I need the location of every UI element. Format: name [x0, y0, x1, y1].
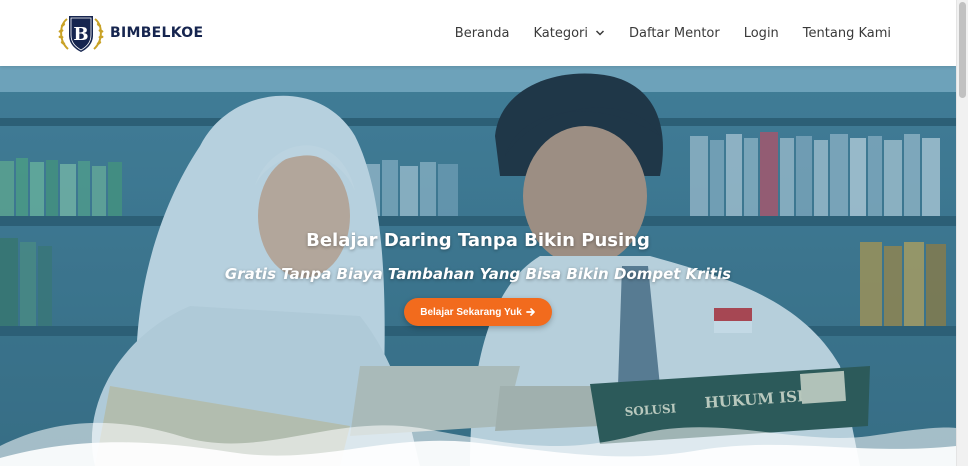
brand[interactable]: B BIMBELKOE [54, 11, 203, 55]
hero-subtitle: Gratis Tanpa Biaya Tambahan Yang Bisa Bi… [224, 265, 732, 283]
nav-item-login[interactable]: Login [744, 26, 779, 41]
nav-item-beranda[interactable]: Beranda [455, 26, 510, 41]
nav-item-daftar-mentor[interactable]: Daftar Mentor [629, 26, 720, 41]
hero-title: Belajar Daring Tanpa Bikin Pusing [306, 230, 650, 251]
top-navbar: B BIMBELKOE Beranda Kategori Daftar Ment… [0, 0, 956, 66]
cta-button-label: Belajar Sekarang Yuk [420, 306, 522, 318]
arrow-right-icon [525, 307, 536, 317]
hero-banner: HUKUM ISLAM SOLUSI Belajar Daring Tanpa … [0, 66, 956, 466]
brand-name[interactable]: BIMBELKOE [110, 25, 203, 41]
logo-letter: B [73, 24, 88, 45]
cta-button[interactable]: Belajar Sekarang Yuk [404, 298, 552, 326]
shield-laurel-logo-icon[interactable]: B [54, 11, 108, 55]
nav-item-kategori-label: Kategori [533, 25, 588, 41]
nav-item-kategori[interactable]: Kategori [533, 26, 605, 41]
main-nav: Beranda Kategori Daftar Mentor Login Ten… [431, 0, 891, 66]
chevron-down-icon [595, 29, 605, 37]
page-scrollbar[interactable] [956, 0, 968, 466]
hero-bottom-waves [0, 406, 956, 466]
nav-item-tentang-kami[interactable]: Tentang Kami [803, 26, 891, 41]
scrollbar-thumb[interactable] [959, 2, 966, 98]
